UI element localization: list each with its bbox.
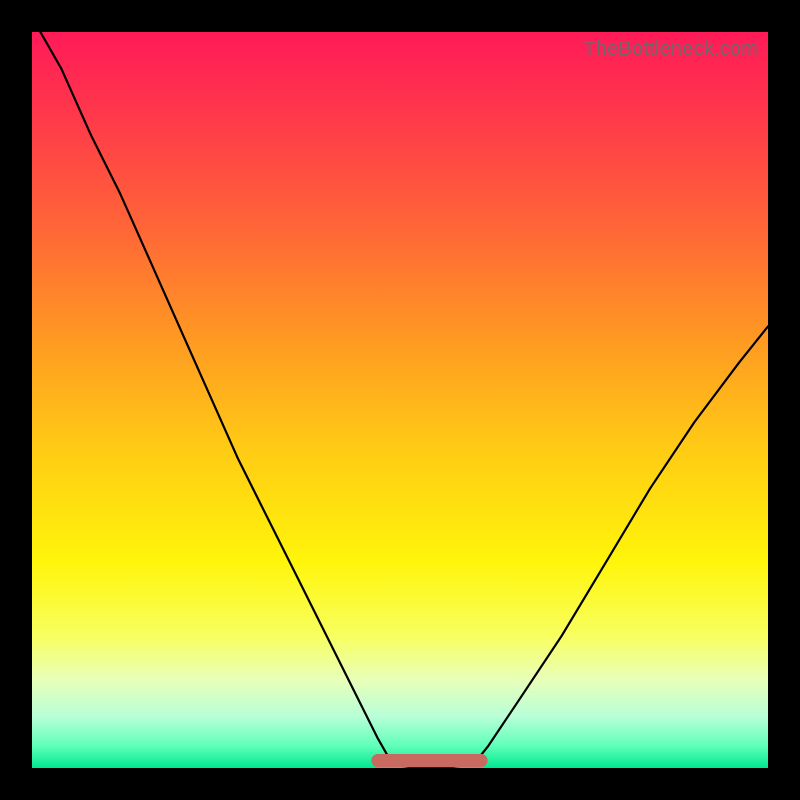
bottleneck-curve (32, 32, 768, 768)
plot-area: TheBottleneck.com (32, 32, 768, 768)
chart-frame: TheBottleneck.com (0, 0, 800, 800)
curve-layer (32, 32, 768, 768)
